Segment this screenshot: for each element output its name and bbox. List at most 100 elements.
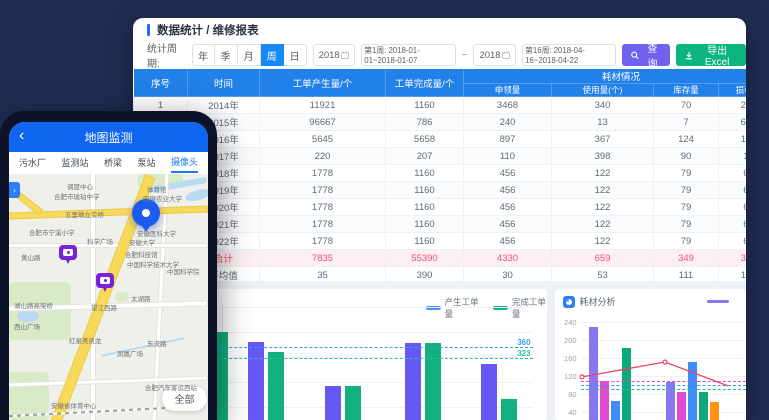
table-row: 62019年177811604561227967	[134, 182, 747, 199]
map-poi-label: 合肥市宁溪小学	[29, 230, 75, 237]
filter-bar: 统计周期: 年 季 月 周 日 2018 第1周: 2018-01-01~201…	[133, 42, 746, 68]
map-poi-label: 体育馆	[147, 187, 167, 194]
tab-monitor-station[interactable]: 监测站	[61, 154, 88, 172]
workorder-chart-legend: 产生工单量 完成工单量	[426, 296, 547, 320]
phone-device-frame: ‹ 地图监测 污水厂 监测站 桥梁 泵站 摄像头	[0, 111, 217, 420]
report-table-body: 12014年11921116034683407025022015年9666778…	[134, 97, 747, 284]
table-row: 52018年177811604561227967	[134, 165, 747, 182]
col-header-created: 工单产生量/个	[260, 69, 386, 97]
map-poi-label: 湖山路高架桥	[14, 303, 53, 310]
map-poi-label: 合肥汽车客运西站	[145, 385, 197, 392]
map-poi-label: 望江西路	[91, 305, 117, 312]
col-header-consumables-group: 耗材情况	[464, 69, 747, 84]
accent-bar	[147, 24, 150, 36]
legend-item-created[interactable]: 产生工单量	[426, 296, 479, 320]
camera-pin[interactable]	[59, 245, 77, 260]
bar-created	[405, 343, 421, 420]
table-row: 12014年119211160346834070250	[134, 97, 747, 114]
week-from-input[interactable]: 第1周: 2018-01-01~2018-01-07	[361, 44, 455, 66]
tab-bridge[interactable]: 桥梁	[104, 154, 122, 172]
bar-created	[248, 342, 264, 420]
map-poi-label: 合肥市琥珀中学	[54, 194, 100, 201]
bar-created	[481, 364, 497, 420]
col-header-time: 时间	[188, 69, 260, 97]
period-segmented-control: 年 季 月 周 日	[192, 44, 307, 66]
table-row: 72020年177811604561227967	[134, 199, 747, 216]
stream	[102, 337, 185, 356]
col-header-completed: 工单完成量/个	[386, 69, 464, 97]
reference-label: 360	[517, 338, 530, 347]
phone-tab-bar: 污水厂 监测站 桥梁 泵站 摄像头	[9, 152, 208, 174]
calendar-icon	[502, 51, 510, 59]
river	[184, 187, 208, 204]
table-row: 92022年177811604561227967	[134, 233, 747, 250]
bar-created	[325, 386, 341, 420]
period-month-button[interactable]: 月	[238, 44, 261, 66]
week-to-input[interactable]: 第16周: 2018-04-16~2018-04-22	[522, 44, 616, 66]
map-poi-label: 调度中心	[67, 184, 93, 191]
period-year-button[interactable]: 年	[192, 44, 215, 66]
report-window: 数据统计 / 维修报表 统计周期: 年 季 月 周 日 2018 第1周: 20…	[133, 18, 746, 420]
col-header-sub2: 使用量(个)	[552, 84, 654, 97]
map-poi-label: 东流路	[147, 341, 167, 348]
download-icon	[685, 51, 693, 60]
search-icon	[631, 51, 639, 60]
map-poi-label: 红星美凯龙	[69, 338, 102, 345]
breadcrumb: 数据统计 / 维修报表	[133, 18, 746, 42]
table-row: 32016年56455658897367124129	[134, 131, 747, 148]
year-to-select[interactable]: 2018	[473, 44, 516, 66]
period-week-button[interactable]: 周	[261, 44, 284, 66]
table-total-row: 合计7835553904330659349330	[134, 250, 747, 267]
page-title: 数据统计 / 维修报表	[157, 22, 259, 38]
map-poi-label: 安徽医科大学	[137, 231, 176, 238]
park-area	[9, 282, 71, 340]
map-expander-button[interactable]: ›	[9, 182, 20, 198]
col-header-sub4: 损耗量	[719, 84, 747, 97]
table-row: 82021年177811604561227967	[134, 216, 747, 233]
map-poi-label: 科学广场	[87, 239, 113, 246]
park-area	[115, 292, 129, 302]
map-canvas[interactable]: › 全部 调度中心合肥市琥珀中学体育馆安徽农业大学五里墩立交桥合肥市宁溪小学安徽…	[9, 174, 208, 420]
map-poi-label: 中国科学院	[167, 269, 200, 276]
period-quarter-button[interactable]: 季	[215, 44, 238, 66]
map-poi-label: 合肥科技馆	[125, 252, 158, 259]
map-poi-label: 太湖路	[131, 296, 151, 303]
reference-label: 323	[517, 349, 530, 358]
tab-camera[interactable]: 摄像头	[171, 153, 198, 173]
map-poi-label: 黄山路	[21, 255, 41, 262]
map-poi-label: 中国科学技术大学	[127, 262, 179, 269]
legend-item-completed[interactable]: 完成工单量	[493, 296, 546, 320]
query-button[interactable]: 查询	[622, 44, 670, 66]
table-row: 22015年96667786240137690	[134, 114, 747, 131]
charts-strip: 产生工单量 完成工单量 360 323 耗材分析 2402001601208040	[133, 281, 746, 420]
calendar-icon	[341, 51, 349, 59]
trend-line	[555, 289, 746, 420]
period-day-button[interactable]: 日	[284, 44, 307, 66]
back-icon[interactable]: ‹	[19, 126, 24, 146]
bar-completed	[345, 386, 361, 420]
year-from-select[interactable]: 2018	[313, 44, 356, 66]
tab-pump-station[interactable]: 泵站	[137, 154, 155, 172]
filter-label: 统计周期:	[147, 40, 186, 70]
export-excel-button[interactable]: 导出Excel	[676, 44, 746, 66]
report-table: 序号 时间 工单产生量/个 工单完成量/个 耗材情况 申领量 使用量(个) 库存…	[133, 68, 746, 283]
range-tilde: ~	[462, 50, 468, 61]
map-poi-label: 五里墩立交桥	[65, 212, 104, 219]
pond	[17, 310, 39, 322]
col-header-seq: 序号	[134, 69, 188, 97]
bar-completed	[501, 399, 517, 420]
phone-screen: ‹ 地图监测 污水厂 监测站 桥梁 泵站 摄像头	[9, 122, 208, 420]
phone-page-title: 地图监测	[84, 129, 132, 146]
map-poi-label: 西山广场	[14, 324, 40, 331]
camera-pin[interactable]	[96, 273, 114, 288]
col-header-sub3: 库存量	[654, 84, 719, 97]
consumables-chart-card: 耗材分析 2402001601208040	[555, 289, 746, 420]
col-header-sub1: 申领量	[464, 84, 552, 97]
selected-camera-pin[interactable]	[132, 199, 160, 227]
phone-app-header: ‹ 地图监测	[9, 122, 208, 152]
tab-sewage-plant[interactable]: 污水厂	[19, 154, 46, 172]
map-poi-label: 凤凰广场	[117, 351, 143, 358]
table-row: 42017年2202071103989019	[134, 148, 747, 165]
map-poi-label: 安徽大学	[129, 240, 155, 247]
bar-completed	[268, 352, 284, 420]
